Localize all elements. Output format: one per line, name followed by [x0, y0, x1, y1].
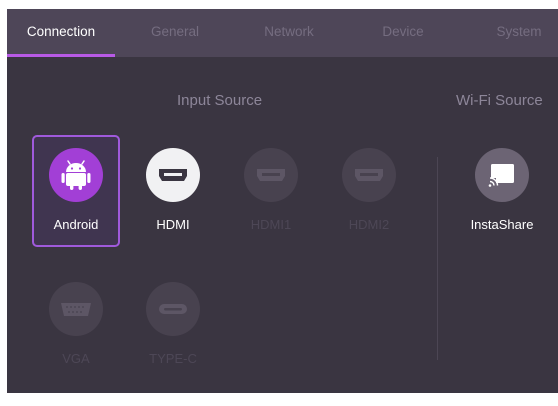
active-tab-indicator	[7, 54, 115, 57]
cast-screen-icon	[475, 148, 529, 202]
hdmi-port-icon	[342, 148, 396, 202]
usb-c-port-icon	[146, 282, 200, 336]
section-divider	[437, 157, 438, 360]
source-label-type-c: TYPE-C	[149, 351, 197, 366]
source-hdmi[interactable]: HDMI	[129, 135, 217, 247]
source-android[interactable]: Android	[32, 135, 120, 247]
source-hdmi1[interactable]: HDMI1	[227, 135, 315, 247]
source-label-instashare: InstaShare	[470, 217, 534, 232]
source-label-android: Android	[53, 217, 99, 232]
vga-port-icon	[49, 282, 103, 336]
source-label-hdmi1: HDMI1	[250, 217, 292, 232]
input-source-title: Input Source	[177, 92, 263, 109]
tab-connection[interactable]: Connection	[7, 9, 115, 57]
android-icon	[49, 148, 103, 202]
hdmi-port-icon	[146, 148, 200, 202]
source-hdmi2[interactable]: HDMI2	[325, 135, 413, 247]
tab-network[interactable]: Network	[249, 9, 329, 57]
source-instashare[interactable]: InstaShare	[458, 135, 546, 247]
source-label-hdmi2: HDMI2	[348, 217, 390, 232]
source-vga[interactable]: VGA	[32, 269, 120, 381]
source-type-c[interactable]: TYPE-C	[129, 269, 217, 381]
source-label-hdmi: HDMI	[156, 217, 190, 232]
settings-screen: Connection General Network Device System…	[7, 9, 558, 393]
tab-system[interactable]: System	[485, 9, 553, 57]
wifi-source-title: Wi-Fi Source	[456, 92, 543, 109]
tab-device[interactable]: Device	[363, 9, 443, 57]
tab-bar: Connection General Network Device System	[7, 9, 558, 57]
hdmi-port-icon	[244, 148, 298, 202]
source-label-vga: VGA	[62, 351, 90, 366]
tab-general[interactable]: General	[135, 9, 215, 57]
